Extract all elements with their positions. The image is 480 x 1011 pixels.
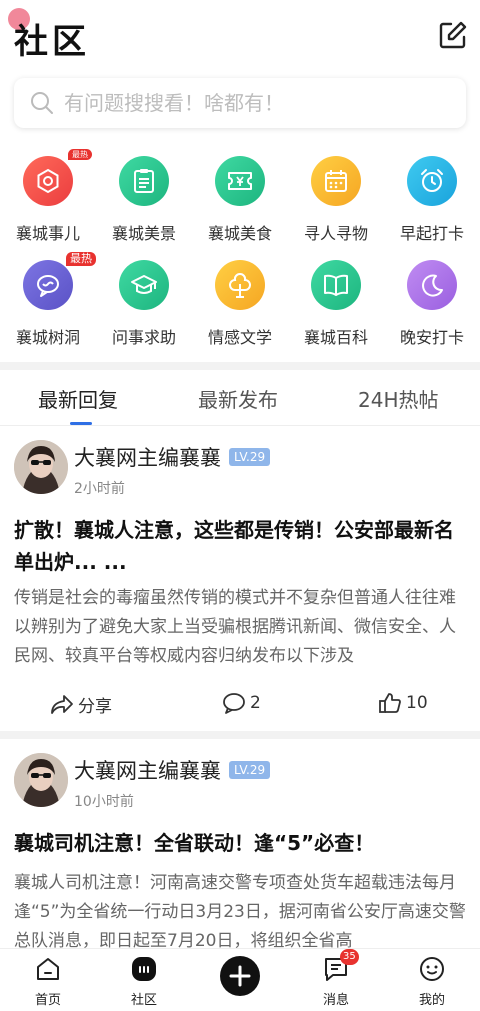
book-icon bbox=[311, 260, 361, 310]
plus-icon bbox=[229, 965, 251, 987]
level-badge: LV.29 bbox=[229, 761, 271, 779]
moon-icon bbox=[407, 260, 457, 310]
like-count: 10 bbox=[406, 693, 428, 713]
post-card[interactable]: 大襄网主编襄襄 LV.29 2小时前 扩散！襄城人注意，这些都是传销！公安部最新名… bbox=[0, 426, 480, 730]
chat-bubble-icon bbox=[23, 260, 73, 310]
search-icon bbox=[31, 92, 53, 114]
tab-latest-reply[interactable]: 最新回复 bbox=[38, 384, 118, 413]
section-divider bbox=[0, 362, 480, 370]
post-time: 10小时前 bbox=[74, 794, 134, 810]
calendar-icon bbox=[311, 156, 361, 206]
feed-tabs: 最新回复 最新发布 24H热帖 bbox=[0, 370, 480, 426]
graduation-cap-icon bbox=[119, 260, 169, 310]
level-badge: LV.29 bbox=[229, 448, 271, 466]
post-author[interactable]: 大襄网主编襄襄 LV.29 bbox=[74, 442, 271, 472]
category-label: 寻人寻物 bbox=[303, 224, 368, 243]
avatar[interactable] bbox=[14, 440, 68, 494]
hot-badge: 最热 bbox=[68, 149, 92, 160]
share-icon bbox=[51, 694, 73, 714]
comment-icon bbox=[223, 693, 245, 714]
author-name: 大襄网主编襄襄 bbox=[74, 759, 221, 783]
community-icon bbox=[130, 955, 158, 983]
category-label: 襄城树洞 bbox=[15, 328, 80, 347]
message-icon: 35 bbox=[322, 949, 359, 983]
post-title[interactable]: 襄城司机注意！全省联动！逢“5”必查！ bbox=[14, 827, 470, 859]
create-post-button[interactable] bbox=[220, 956, 260, 996]
category-label: 情感文学 bbox=[207, 328, 272, 347]
thumbs-up-icon bbox=[379, 693, 401, 713]
category-xiangcheng-shudong[interactable]: 最热 襄城树洞 bbox=[0, 252, 96, 356]
category-wanan-daka[interactable]: 晚安打卡 bbox=[384, 256, 480, 356]
nav-community[interactable]: 社区 bbox=[104, 955, 184, 1008]
post-actions: 分享 2 10 bbox=[0, 686, 480, 726]
like-button[interactable]: 10 bbox=[378, 692, 428, 714]
category-label: 襄城百科 bbox=[303, 328, 368, 347]
home-icon bbox=[34, 955, 62, 983]
category-qinggan-wenxue[interactable]: 情感文学 bbox=[192, 256, 288, 356]
tab-24h-hot[interactable]: 24H热帖 bbox=[358, 384, 439, 413]
post-time: 2小时前 bbox=[74, 481, 125, 497]
comment-count: 2 bbox=[250, 693, 261, 713]
post-card[interactable]: 大襄网主编襄襄 LV.29 10小时前 襄城司机注意！全省联动！逢“5”必查！ 襄… bbox=[0, 739, 480, 948]
author-name: 大襄网主编襄襄 bbox=[74, 446, 221, 470]
category-label: 襄城事儿 bbox=[15, 224, 80, 243]
profile-icon bbox=[418, 955, 446, 983]
category-label: 问事求助 bbox=[111, 328, 176, 347]
category-label: 晚安打卡 bbox=[399, 328, 464, 347]
ticket-icon bbox=[215, 156, 265, 206]
nav-community-label: 社区 bbox=[130, 993, 157, 1008]
clipboard-icon bbox=[119, 156, 169, 206]
nav-messages-label: 消息 bbox=[322, 993, 349, 1008]
tab-latest-post[interactable]: 最新发布 bbox=[198, 384, 278, 413]
search-bar[interactable] bbox=[14, 78, 466, 128]
category-label: 襄城美景 bbox=[111, 224, 176, 243]
category-xiangcheng-meijing[interactable]: 襄城美景 bbox=[96, 152, 192, 252]
comment-button[interactable]: 2 bbox=[222, 692, 261, 714]
post-divider bbox=[0, 731, 480, 739]
share-label: 分享 bbox=[78, 697, 112, 717]
category-xiangcheng-meishi[interactable]: 襄城美食 bbox=[192, 152, 288, 252]
post-excerpt[interactable]: 传销是社会的毒瘤虽然传销的模式并不复杂但普通人往往难以辨别为了避免大家上当受骗根… bbox=[14, 584, 470, 671]
nav-mine-label: 我的 bbox=[418, 993, 445, 1008]
hot-badge: 最热 bbox=[66, 252, 96, 266]
header: 社区 bbox=[0, 0, 480, 72]
category-zaoqi-daka[interactable]: 早起打卡 bbox=[384, 152, 480, 252]
category-wenshi-qiuzhu[interactable]: 问事求助 bbox=[96, 256, 192, 356]
alarm-clock-icon bbox=[407, 156, 457, 206]
active-tab-indicator bbox=[70, 422, 92, 425]
post-author[interactable]: 大襄网主编襄襄 LV.29 bbox=[74, 755, 271, 785]
tree-icon bbox=[215, 260, 265, 310]
camera-icon bbox=[23, 156, 73, 206]
post-title[interactable]: 扩散！襄城人注意，这些都是传销！公安部最新名单出炉... ... bbox=[14, 514, 470, 578]
bottom-nav: 首页 社区 35 消息 我的 bbox=[0, 948, 480, 1011]
unread-badge: 35 bbox=[340, 949, 359, 965]
post-excerpt[interactable]: 襄城人司机注意！河南高速交警专项查处货车超载违法每月逢“5”为全省统一行动日3月… bbox=[14, 869, 470, 948]
category-xiangcheng-shier[interactable]: 最热 襄城事儿 bbox=[0, 149, 96, 252]
nav-messages[interactable]: 35 消息 bbox=[296, 949, 376, 1008]
category-label: 早起打卡 bbox=[399, 224, 464, 243]
category-xiangcheng-baike[interactable]: 襄城百科 bbox=[288, 256, 384, 356]
nav-home-label: 首页 bbox=[34, 993, 61, 1008]
category-xunren-xunwu[interactable]: 寻人寻物 bbox=[288, 152, 384, 252]
edit-post-icon[interactable] bbox=[438, 20, 468, 50]
category-label: 襄城美食 bbox=[207, 224, 272, 243]
page-title: 社区 bbox=[14, 22, 90, 62]
nav-mine[interactable]: 我的 bbox=[392, 955, 472, 1008]
share-button[interactable]: 分享 bbox=[50, 692, 112, 717]
avatar[interactable] bbox=[14, 753, 68, 807]
search-input[interactable] bbox=[64, 86, 454, 120]
nav-home[interactable]: 首页 bbox=[8, 955, 88, 1008]
